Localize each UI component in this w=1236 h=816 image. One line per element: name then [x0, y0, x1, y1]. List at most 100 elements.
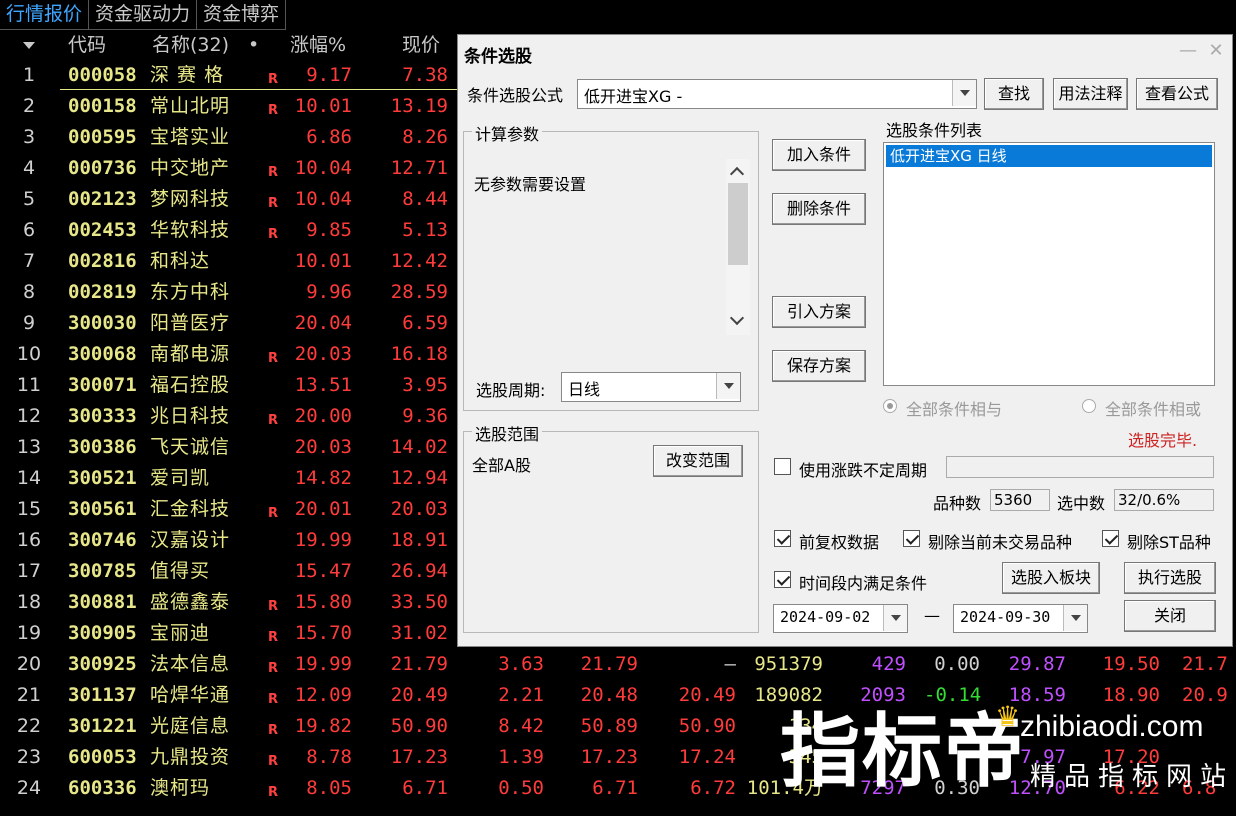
price: 5.13 [402, 219, 448, 241]
minimize-icon[interactable]: — [1176, 39, 1200, 63]
params-scrollbar[interactable] [726, 159, 750, 335]
row-index: 6 [22, 219, 36, 241]
row-index: 3 [22, 126, 36, 148]
price: 18.91 [390, 529, 448, 551]
change-pct: 9.96 [306, 281, 352, 303]
price: 14.02 [390, 436, 448, 458]
price: 3.95 [402, 374, 448, 396]
range-text: 全部A股 [472, 456, 531, 475]
col-d: 951379 [754, 653, 823, 675]
table-row[interactable]: 20 300925 法本信息 R 19.99 21.79 3.63 21.79—951379 4… [0, 649, 1236, 680]
row-index: 21 [16, 684, 42, 706]
row-index: 10 [16, 343, 42, 365]
close-icon[interactable]: ✕ [1204, 39, 1228, 63]
col-b: 50.89 [580, 715, 638, 737]
change-pct: 20.03 [294, 343, 352, 365]
exclude-st-checkbox[interactable] [1102, 530, 1119, 547]
prev-adjusted-checkbox[interactable] [774, 530, 791, 547]
change-pct: 9.17 [306, 64, 352, 86]
selected-label: 选中数 [1057, 494, 1106, 513]
col-c: 17.24 [678, 746, 736, 768]
stock-name: 九鼎投资 [150, 746, 231, 768]
change-pct: 19.99 [294, 529, 352, 551]
execute-screening-button[interactable]: 执行选股 [1124, 562, 1216, 594]
change-pct: 10.01 [294, 250, 352, 272]
date-from-picker[interactable]: 2024-09-02 [773, 604, 908, 633]
exclude-untraded-checkbox[interactable] [903, 530, 920, 547]
dialog-title: 条件选股 [464, 47, 532, 67]
change-pct: 20.00 [294, 405, 352, 427]
usage-notes-button[interactable]: 用法注释 [1053, 78, 1128, 110]
chevron-down-icon[interactable] [1063, 605, 1087, 631]
stock-name: 福石控股 [150, 374, 231, 396]
watermark-url: zhibiaodi.com [1020, 710, 1204, 743]
tab-quotes[interactable]: 行情报价 [0, 0, 90, 30]
price: 9.36 [402, 405, 448, 427]
stock-code: 300785 [68, 560, 137, 582]
stock-name: 东方中科 [150, 281, 231, 303]
exclude-st-label: 剔除ST品种 [1127, 533, 1211, 552]
close-button[interactable]: 关闭 [1124, 600, 1216, 632]
stock-name: 常山北明 [150, 95, 231, 117]
save-plan-button[interactable]: 保存方案 [772, 350, 866, 382]
row-index: 13 [16, 436, 42, 458]
row-index: 24 [16, 777, 42, 799]
chevron-down-icon[interactable] [883, 605, 907, 631]
list-item[interactable]: 低开进宝XG 日线 [886, 145, 1212, 167]
price: 7.38 [402, 64, 448, 86]
header-name[interactable]: 名称(32) [152, 30, 229, 60]
col-h: 19.50 [1102, 653, 1160, 675]
scrollbar-thumb[interactable] [728, 183, 748, 265]
chevron-down-icon[interactable] [952, 80, 976, 106]
formula-value: 低开进宝XG - [584, 87, 683, 106]
period-label: 选股周期: [476, 381, 546, 400]
change-pct: 12.09 [294, 684, 352, 706]
col-b: 17.23 [580, 746, 638, 768]
import-plan-button[interactable]: 引入方案 [772, 296, 866, 328]
change-range-button[interactable]: 改变范围 [653, 445, 743, 477]
price: 6.59 [402, 312, 448, 334]
change-pct: 10.04 [294, 188, 352, 210]
change-pct: 19.99 [294, 653, 352, 675]
crown-icon: ♛ [995, 700, 1021, 733]
date-to-picker[interactable]: 2024-09-30 [953, 604, 1088, 633]
tab-capital-game[interactable]: 资金博弈 [197, 0, 287, 30]
header-code[interactable]: 代码 [68, 30, 106, 60]
row-index: 11 [16, 374, 42, 396]
col-b: 6.71 [592, 777, 638, 799]
header-change-pct[interactable]: 涨幅% [290, 30, 346, 60]
date-separator: — [924, 606, 940, 625]
header-price[interactable]: 现价 [402, 30, 440, 60]
change-pct: 15.70 [294, 622, 352, 644]
chevron-down-icon[interactable] [716, 373, 740, 399]
time-range-label: 时间段内满足条件 [799, 574, 928, 593]
change-pct: 10.01 [294, 95, 352, 117]
sort-arrow-icon[interactable] [22, 30, 36, 60]
radio-all-or[interactable] [1082, 399, 1096, 413]
row-index: 1 [22, 64, 36, 86]
watermark: 指标帝 ♛ zhibiaodi.com 精品指标网站 [780, 700, 1230, 812]
dialog-titlebar[interactable]: 条件选股 — ✕ [458, 35, 1232, 71]
chevron-up-icon[interactable] [729, 166, 745, 182]
change-pct: 19.82 [294, 715, 352, 737]
tab-capital-driver[interactable]: 资金驱动力 [89, 0, 198, 30]
find-button[interactable]: 查找 [984, 78, 1044, 110]
variable-period-field[interactable] [946, 456, 1214, 478]
formula-select[interactable]: 低开进宝XG - [577, 79, 977, 109]
watermark-logo: 指标帝 [780, 705, 1026, 798]
col-g: 29.87 [1008, 653, 1066, 675]
view-formula-button[interactable]: 查看公式 [1136, 78, 1218, 110]
use-variable-period-checkbox[interactable] [774, 458, 791, 475]
row-index: 18 [16, 591, 42, 613]
radio-all-and[interactable] [883, 399, 897, 413]
col-c: — [724, 653, 736, 675]
row-index: 23 [16, 746, 42, 768]
period-select[interactable]: 日线 [561, 372, 741, 402]
delete-condition-button[interactable]: 删除条件 [772, 193, 866, 225]
condition-list[interactable]: 低开进宝XG 日线 [883, 142, 1215, 386]
stock-name: 值得买 [150, 560, 211, 582]
add-condition-button[interactable]: 加入条件 [772, 139, 866, 171]
time-range-checkbox[interactable] [774, 571, 791, 588]
chevron-down-icon[interactable] [729, 310, 745, 326]
add-to-block-button[interactable]: 选股入板块 [1002, 562, 1100, 594]
